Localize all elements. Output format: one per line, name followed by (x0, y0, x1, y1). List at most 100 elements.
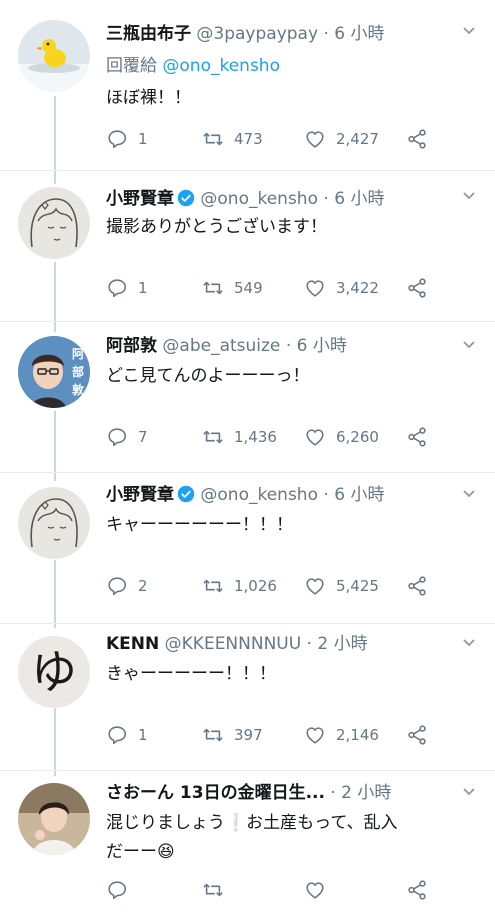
share-icon (408, 129, 426, 149)
retweet-count: 473 (234, 130, 263, 148)
retweet-button[interactable]: 1,436 (202, 424, 277, 450)
share-button[interactable] (406, 275, 428, 301)
timestamp[interactable]: 6 小時 (334, 189, 384, 209)
like-count: 5,425 (336, 577, 379, 595)
tweet-text-part: 混じりましょう (106, 813, 225, 833)
share-button[interactable] (406, 877, 428, 903)
reply-button[interactable]: 1 (106, 722, 148, 748)
tweet-header: 阿部敦 @abe_atsuize · 6 小時 (106, 330, 445, 362)
retweet-icon (203, 728, 223, 742)
tweet[interactable]: 小野賢章 @ono_kensho · 6 小時 撮影ありがとうございます！ 1 … (0, 171, 495, 321)
retweet-button[interactable]: 549 (202, 275, 263, 301)
timestamp[interactable]: 6 小時 (334, 24, 384, 44)
tweet[interactable]: 三瓶由布子 @3paypaypay · 6 小時 回覆給 @ono_kensho… (0, 0, 495, 170)
share-button[interactable] (406, 424, 428, 450)
retweet-button[interactable]: 397 (202, 722, 263, 748)
display-name[interactable]: 三瓶由布子 (106, 24, 191, 44)
timestamp[interactable]: 2 小時 (317, 634, 367, 654)
user-handle[interactable]: @KKEENNNNUU (165, 634, 302, 654)
share-button[interactable] (406, 573, 428, 599)
timestamp[interactable]: 2 小時 (341, 783, 391, 803)
like-count: 2,427 (336, 130, 379, 148)
retweet-count: 1,026 (234, 577, 277, 595)
chevron-down-icon[interactable] (461, 187, 477, 203)
avatar[interactable] (18, 187, 90, 259)
reply-icon (108, 726, 127, 745)
reply-prefix: 回覆給 (106, 56, 157, 76)
timestamp[interactable]: 6 小時 (297, 336, 347, 356)
retweet-button[interactable]: 473 (202, 126, 263, 152)
timestamp[interactable]: 6 小時 (334, 485, 384, 505)
retweet-icon (203, 579, 223, 593)
like-button[interactable]: 6,260 (304, 424, 379, 450)
reply-button[interactable] (106, 877, 138, 903)
exclamation-emoji: ❕ (225, 813, 247, 833)
like-button[interactable]: 2,427 (304, 126, 379, 152)
retweet-count: 397 (234, 726, 263, 744)
display-name[interactable]: 阿部敦 (106, 336, 157, 356)
action-bar: 7 1,436 6,260 (106, 424, 446, 450)
like-button[interactable] (304, 877, 336, 903)
action-bar: 1 473 2,427 (106, 126, 446, 152)
chevron-down-icon[interactable] (461, 22, 477, 38)
chevron-down-icon[interactable] (461, 783, 477, 799)
heart-icon (306, 429, 324, 446)
like-count: 2,146 (336, 726, 379, 744)
reply-count: 7 (138, 428, 148, 446)
reply-icon (108, 881, 127, 900)
avatar[interactable]: ゆ (18, 636, 90, 708)
tweet[interactable]: さおーん 13日の金曜日生... · 2 小時 混じりましょう❕お土産もって、乱… (0, 771, 495, 924)
reply-button[interactable]: 7 (106, 424, 148, 450)
tweet-text-part: お土産もって、乱入 (246, 813, 398, 833)
avatar[interactable] (18, 783, 90, 855)
user-handle[interactable]: @ono_kensho (200, 189, 318, 209)
user-handle[interactable]: @3paypaypay (196, 24, 318, 44)
tweet-text-part: だーー (106, 842, 157, 862)
user-handle[interactable]: @abe_atsuize (162, 336, 280, 356)
reply-count: 1 (138, 279, 148, 297)
tweet-text: 混じりましょう❕お土産もって、乱入 だーー😆 (106, 809, 473, 867)
tweet[interactable]: ゆ KENN @KKEENNNNUU · 2 小時 きゃーーーーー！！！ 1 3… (0, 624, 495, 770)
like-button[interactable]: 5,425 (304, 573, 379, 599)
reply-handle-link[interactable]: @ono_kensho (162, 56, 280, 76)
like-button[interactable]: 2,146 (304, 722, 379, 748)
reply-button[interactable]: 1 (106, 126, 148, 152)
avatar-glyph: ゆ (31, 645, 77, 699)
like-button[interactable]: 3,422 (304, 275, 379, 301)
separator-dot: · (323, 189, 329, 209)
action-bar (106, 877, 446, 903)
avatar-glyph: 部 (72, 364, 84, 379)
reply-context: 回覆給 @ono_kensho (106, 52, 280, 80)
display-name[interactable]: 小野賢章 (106, 485, 174, 505)
retweet-button[interactable] (202, 877, 234, 903)
display-name[interactable]: 小野賢章 (106, 189, 174, 209)
avatar[interactable] (18, 487, 90, 559)
display-name[interactable]: KENN (106, 634, 159, 654)
action-bar: 1 549 3,422 (106, 275, 446, 301)
avatar[interactable] (18, 20, 90, 92)
avatar[interactable]: 阿 部 敦 (18, 336, 90, 408)
chevron-down-icon[interactable] (461, 336, 477, 352)
reply-button[interactable]: 1 (106, 275, 148, 301)
laughing-emoji: 😆 (157, 842, 175, 862)
action-bar: 2 1,026 5,425 (106, 573, 446, 599)
share-icon (408, 278, 426, 298)
reply-icon (108, 130, 127, 149)
retweet-icon (203, 281, 223, 295)
retweet-button[interactable]: 1,026 (202, 573, 277, 599)
share-icon (408, 725, 426, 745)
tweet[interactable]: 小野賢章 @ono_kensho · 6 小時 キャーーーーーー！！！ 2 1,… (0, 473, 495, 623)
heart-icon (306, 280, 324, 297)
tweet-header: KENN @KKEENNNNUU · 2 小時 (106, 628, 445, 660)
reply-button[interactable]: 2 (106, 573, 148, 599)
share-icon (408, 576, 426, 596)
share-button[interactable] (406, 126, 428, 152)
share-button[interactable] (406, 722, 428, 748)
reply-icon (108, 279, 127, 298)
display-name[interactable]: さおーん 13日の金曜日生... (106, 783, 325, 803)
chevron-down-icon[interactable] (461, 485, 477, 501)
chevron-down-icon[interactable] (461, 634, 477, 650)
tweet[interactable]: 阿 部 敦 阿部敦 @abe_atsuize · 6 小時 どこ見てんのよーーー… (0, 322, 495, 472)
user-handle[interactable]: @ono_kensho (200, 485, 318, 505)
reply-count: 2 (138, 577, 148, 595)
